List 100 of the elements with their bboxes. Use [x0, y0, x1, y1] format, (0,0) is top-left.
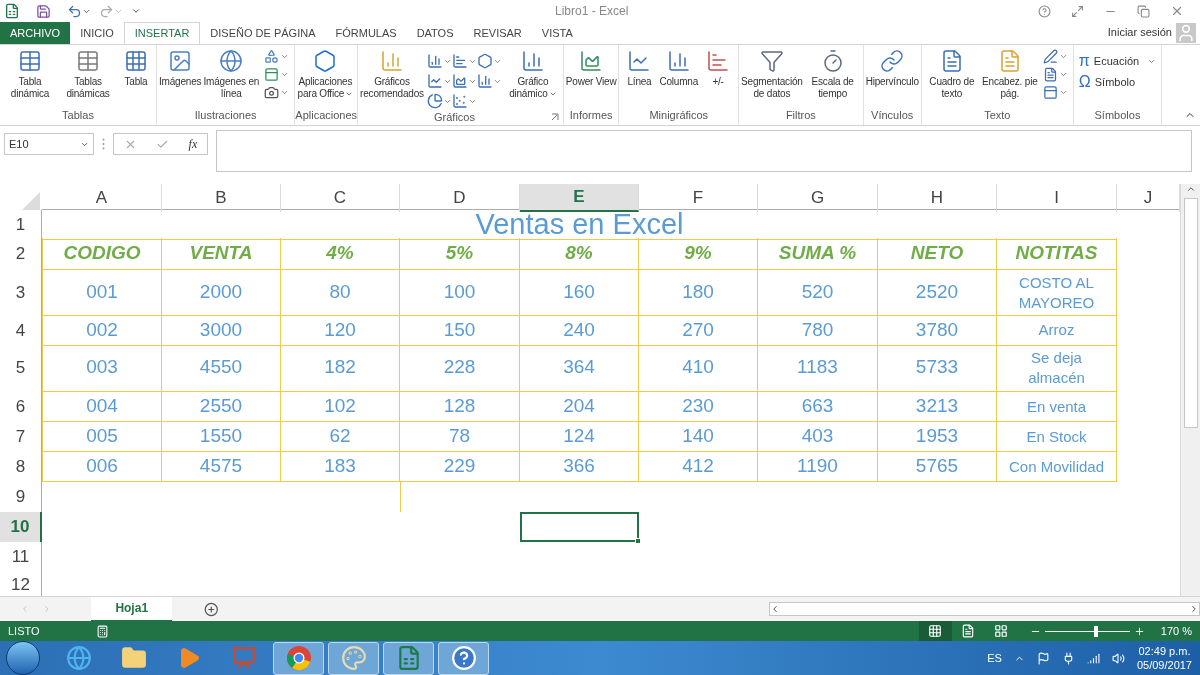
- ribbon-button[interactable]: +/-: [699, 49, 738, 88]
- ribbon-button[interactable]: Tabla dinámica: [1, 49, 59, 100]
- table-cell-text: 228: [443, 355, 476, 380]
- horizontal-scrollbar[interactable]: [768, 602, 1200, 616]
- column-header[interactable]: F: [639, 184, 758, 212]
- ribbon-button[interactable]: Imágenes: [158, 49, 203, 88]
- active-cell[interactable]: [520, 512, 639, 542]
- table-header-cell-text: 5%: [445, 241, 474, 266]
- formula-input[interactable]: [216, 130, 1192, 172]
- ribbon-button[interactable]: Tabla: [117, 49, 155, 88]
- window-icon[interactable]: [1042, 85, 1058, 100]
- ribbon-button[interactable]: Power View: [564, 49, 618, 88]
- column-header[interactable]: E: [520, 184, 639, 212]
- ribbon-tab[interactable]: REVISAR: [463, 22, 532, 44]
- ribbon-button[interactable]: Aplicaciones para Office: [296, 49, 355, 100]
- taskbar-button[interactable]: [273, 641, 324, 675]
- clock-time[interactable]: 02:49 p.m.: [1138, 644, 1191, 658]
- ribbon-button[interactable]: Línea: [620, 49, 659, 88]
- ribbon-button[interactable]: Escala de tiempo: [803, 49, 862, 100]
- customize-icon[interactable]: [131, 6, 141, 16]
- sheet-tab[interactable]: Hoja1: [91, 596, 173, 622]
- table-cell-text: 100: [443, 280, 476, 305]
- sign-in-link[interactable]: Iniciar sesión: [1107, 23, 1172, 40]
- zoom-in-icon[interactable]: [1133, 625, 1145, 637]
- ribbon-tab[interactable]: DATOS: [406, 22, 464, 44]
- ribbon-tab[interactable]: INSERTAR: [123, 22, 201, 44]
- ribbon-tab[interactable]: DISEÑO DE PÁGINA: [200, 22, 326, 44]
- line-chart-icon[interactable]: [426, 73, 443, 89]
- redo-icon[interactable]: [99, 3, 114, 19]
- area-chart-icon[interactable]: [451, 73, 468, 89]
- symbol-button[interactable]: π Ecuación: [1078, 53, 1140, 70]
- ribbon-button[interactable]: Cuadro de texto: [922, 49, 981, 100]
- add-sheet-icon[interactable]: [204, 601, 219, 617]
- ribbon-button[interactable]: Tablas dinámicas: [59, 49, 117, 100]
- undo-icon[interactable]: [67, 3, 82, 19]
- diagram-icon[interactable]: [264, 67, 280, 82]
- volume-icon[interactable]: [1111, 651, 1125, 665]
- taskbar-button[interactable]: [383, 641, 434, 675]
- column-header[interactable]: I: [997, 184, 1117, 212]
- row-header[interactable]: 3: [0, 270, 42, 316]
- ribbon-tab[interactable]: FÓRMULAS: [325, 22, 407, 44]
- ribbon-tab[interactable]: VISTA: [531, 22, 583, 44]
- save-icon[interactable]: [36, 3, 51, 19]
- row-header[interactable]: 2: [0, 238, 42, 270]
- flag-icon[interactable]: [1036, 651, 1050, 665]
- scroll-up-icon[interactable]: [1185, 184, 1196, 194]
- start-button[interactable]: [6, 641, 40, 675]
- macro-icon[interactable]: [95, 624, 109, 638]
- shapes-icon[interactable]: [264, 49, 280, 64]
- ribbon-button[interactable]: Segmentación de datos: [740, 49, 804, 100]
- ribbon-button[interactable]: Columna: [658, 49, 700, 88]
- taskbar-button[interactable]: [328, 641, 379, 675]
- column-header[interactable]: B: [162, 184, 281, 212]
- ribbon-button[interactable]: Imágenes en línea: [202, 49, 261, 100]
- scrollbar-thumb[interactable]: [1183, 198, 1198, 428]
- column-header[interactable]: H: [878, 184, 997, 212]
- language-indicator[interactable]: ES: [987, 649, 1002, 667]
- dialog-launcher-icon[interactable]: [550, 113, 559, 122]
- zoom-slider[interactable]: [1044, 625, 1130, 637]
- camera-icon[interactable]: [264, 85, 280, 100]
- help-icon[interactable]: [1038, 4, 1051, 18]
- ribbon-button[interactable]: Gráfico dinámico: [503, 49, 562, 100]
- file-tab[interactable]: ARCHIVO: [0, 22, 71, 44]
- pie-chart-icon[interactable]: [426, 93, 443, 109]
- pen-icon[interactable]: [1042, 49, 1058, 64]
- column-header[interactable]: C: [281, 184, 400, 212]
- row-header[interactable]: 5: [0, 344, 42, 392]
- spreadsheet-icon: [4, 3, 20, 19]
- row-header[interactable]: 11: [0, 542, 42, 572]
- column-header[interactable]: G: [758, 184, 878, 212]
- insert-function-button[interactable]: fx: [188, 135, 198, 153]
- ribbon-button[interactable]: Hipervínculo: [864, 49, 920, 88]
- row-header[interactable]: 8: [0, 452, 42, 482]
- column-header[interactable]: A: [42, 184, 162, 212]
- chart-icon: [579, 49, 604, 73]
- ribbon-display-icon[interactable]: [1071, 4, 1084, 18]
- ribbon-button[interactable]: Gráficos recomendados: [359, 49, 425, 100]
- taskbar-button[interactable]: [438, 641, 489, 675]
- combo-chart-icon[interactable]: [476, 73, 493, 89]
- close-icon[interactable]: [1170, 4, 1184, 18]
- table-cell-text: 2520: [915, 280, 959, 305]
- grip-icon[interactable]: [102, 138, 105, 150]
- bar-chart-icon[interactable]: [451, 53, 468, 69]
- ribbon-button[interactable]: Encabez. pie pág.: [980, 49, 1039, 100]
- clock-date[interactable]: 05/09/2017: [1136, 658, 1192, 672]
- restore-icon[interactable]: [1137, 4, 1150, 18]
- signal-icon[interactable]: [1086, 651, 1100, 665]
- row-header[interactable]: 7: [0, 422, 42, 452]
- row-header[interactable]: 1: [0, 210, 42, 240]
- ribbon-tab[interactable]: INICIO: [70, 22, 124, 44]
- row-header[interactable]: 4: [0, 316, 42, 346]
- scroll-right-icon[interactable]: [1189, 604, 1199, 614]
- symbol-button[interactable]: Ω Símbolo: [1078, 73, 1136, 90]
- zoom-level[interactable]: 170 %: [1160, 622, 1192, 640]
- row-header[interactable]: 10: [0, 512, 42, 542]
- view-button[interactable]: [918, 621, 952, 641]
- scatter-chart-icon[interactable]: [451, 93, 468, 109]
- row-header[interactable]: 6: [0, 392, 42, 422]
- name-box[interactable]: E10: [4, 133, 94, 155]
- column-chart-icon[interactable]: [426, 53, 443, 69]
